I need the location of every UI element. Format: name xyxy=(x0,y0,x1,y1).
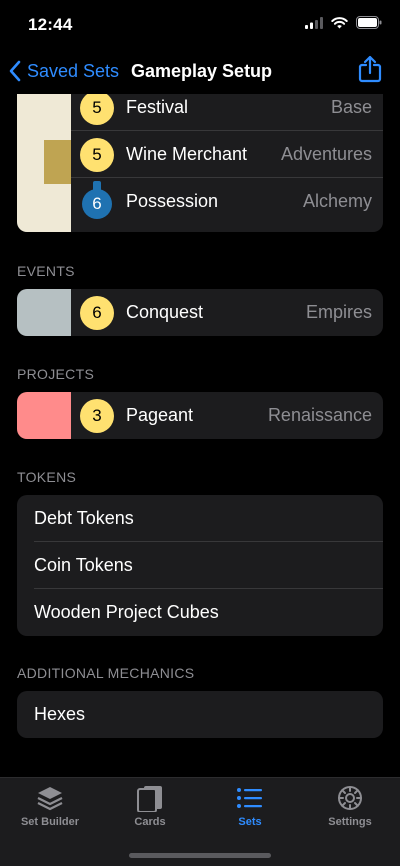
tab-cards[interactable]: Cards xyxy=(100,784,200,828)
kingdom-cards-group: 5 Festival Base 5 Wine Merchant Adventur… xyxy=(17,94,383,232)
status-icons xyxy=(305,16,382,29)
status-bar: 12:44 xyxy=(0,0,400,50)
tab-settings[interactable]: Settings xyxy=(300,784,400,828)
coin-cost-icon: 5 xyxy=(80,94,114,125)
card-row[interactable]: 5 Wine Merchant Adventures xyxy=(71,131,383,178)
tab-label: Sets xyxy=(238,816,262,828)
list-item[interactable]: Coin Tokens xyxy=(17,542,383,589)
wifi-icon xyxy=(331,16,348,28)
card-row[interactable]: 3 Pageant Renaissance xyxy=(71,392,383,439)
gear-icon xyxy=(338,786,362,810)
kingdom-swatch-art xyxy=(44,140,71,184)
page-title: Gameplay Setup xyxy=(131,61,273,81)
kingdom-swatch xyxy=(17,94,71,232)
events-header: EVENTS xyxy=(17,263,75,279)
events-group: 6 Conquest Empires xyxy=(17,289,383,336)
share-button[interactable] xyxy=(358,55,382,88)
status-time: 12:44 xyxy=(28,15,73,34)
coin-cost-icon: 5 xyxy=(80,138,114,172)
stack-icon xyxy=(37,787,63,811)
additional-mechanics-header: ADDITIONAL MECHANICS xyxy=(17,665,195,681)
projects-header: PROJECTS xyxy=(17,366,95,382)
tab-set-builder[interactable]: Set Builder xyxy=(0,784,100,828)
battery-icon xyxy=(356,16,382,29)
list-item[interactable]: Hexes xyxy=(17,691,383,738)
coin-cost-icon: 3 xyxy=(80,399,114,433)
tab-bar: Set Builder Cards Sets Settings xyxy=(0,777,400,866)
tokens-group: Debt Tokens Coin Tokens Wooden Project C… xyxy=(17,495,383,636)
card-set: Renaissance xyxy=(267,405,372,425)
back-button-label: Saved Sets xyxy=(27,60,120,81)
card-set: Base xyxy=(330,97,372,117)
card-set: Adventures xyxy=(280,144,372,164)
potion-cost-icon: 6 xyxy=(82,189,112,219)
event-swatch xyxy=(17,289,71,336)
card-name: Pageant xyxy=(126,405,194,425)
content-scroll[interactable]: 5 Festival Base 5 Wine Merchant Adventur… xyxy=(0,94,400,777)
back-button[interactable]: Saved Sets xyxy=(8,58,119,84)
card-name: Festival xyxy=(126,97,189,117)
list-item[interactable]: Debt Tokens xyxy=(17,495,383,542)
project-swatch xyxy=(17,392,71,439)
projects-group: 3 Pageant Renaissance xyxy=(17,392,383,439)
card-name: Conquest xyxy=(126,302,204,322)
navigation-bar: Saved Sets Gameplay Setup xyxy=(0,50,400,94)
share-icon xyxy=(358,55,382,83)
home-indicator[interactable] xyxy=(129,853,271,858)
card-row[interactable]: 6 Possession Alchemy xyxy=(71,178,383,225)
chevron-left-icon xyxy=(9,60,21,82)
card-name: Wine Merchant xyxy=(126,144,248,164)
card-row[interactable]: 6 Conquest Empires xyxy=(71,289,383,336)
tab-label: Settings xyxy=(328,816,372,828)
card-set: Empires xyxy=(305,302,372,322)
card-name: Possession xyxy=(126,191,219,211)
signal-icon xyxy=(305,16,323,29)
cards-icon xyxy=(137,786,162,812)
card-row[interactable]: 5 Festival Base xyxy=(71,94,383,131)
additional-mechanics-group: Hexes xyxy=(17,691,383,738)
list-icon xyxy=(237,788,262,808)
coin-cost-icon: 6 xyxy=(80,296,114,330)
tab-label: Cards xyxy=(134,816,166,828)
tab-label: Set Builder xyxy=(20,816,80,828)
list-item[interactable]: Wooden Project Cubes xyxy=(17,589,383,636)
tab-sets[interactable]: Sets xyxy=(200,784,300,828)
card-set: Alchemy xyxy=(302,191,372,211)
tokens-header: TOKENS xyxy=(17,469,77,485)
